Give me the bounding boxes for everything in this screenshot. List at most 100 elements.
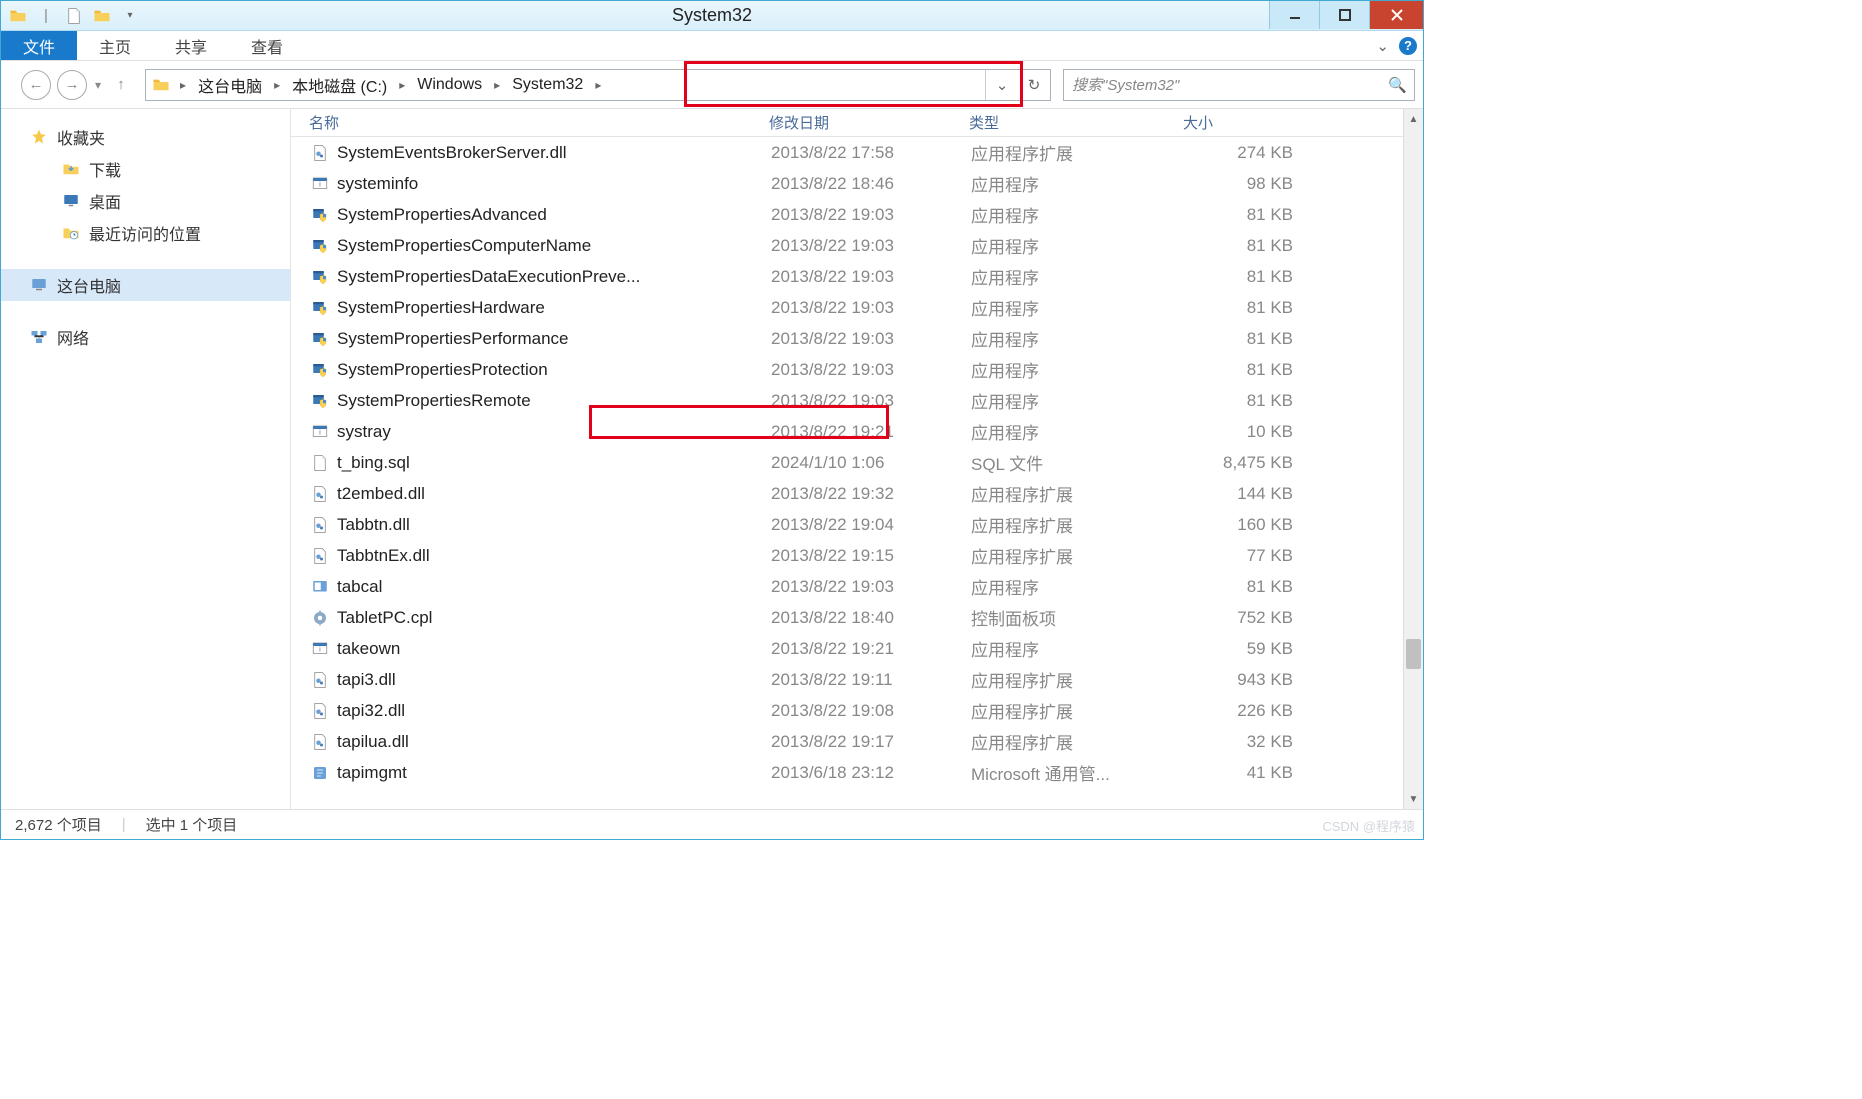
file-row[interactable]: takeown 2013/8/22 19:21 应用程序 59 KB	[291, 633, 1423, 664]
file-row[interactable]: t_bing.sql 2024/1/10 1:06 SQL 文件 8,475 K…	[291, 447, 1423, 478]
scroll-track[interactable]	[1404, 129, 1423, 789]
file-type-icon	[309, 607, 331, 629]
file-row[interactable]: tapilua.dll 2013/8/22 19:17 应用程序扩展 32 KB	[291, 726, 1423, 757]
scroll-up-icon[interactable]: ▲	[1404, 109, 1423, 129]
back-button[interactable]: ←	[21, 70, 51, 100]
file-row[interactable]: SystemPropertiesAdvanced 2013/8/22 19:03…	[291, 199, 1423, 230]
file-date: 2013/8/22 19:17	[771, 732, 971, 752]
file-row[interactable]: TabbtnEx.dll 2013/8/22 19:15 应用程序扩展 77 K…	[291, 540, 1423, 571]
properties-icon[interactable]	[63, 5, 85, 27]
file-date: 2013/8/22 19:03	[771, 267, 971, 287]
status-selected: 选中 1 个项目	[146, 814, 238, 835]
chevron-right-icon[interactable]: ▸	[490, 78, 504, 92]
chevron-right-icon[interactable]: ▸	[591, 78, 605, 92]
file-type-icon	[309, 762, 331, 784]
window-controls	[1269, 1, 1423, 30]
sidebar-label: 这台电脑	[57, 273, 121, 297]
file-row[interactable]: t2embed.dll 2013/8/22 19:32 应用程序扩展 144 K…	[291, 478, 1423, 509]
close-button[interactable]	[1369, 1, 1423, 29]
file-name: TabbtnEx.dll	[337, 546, 771, 566]
file-row[interactable]: tabcal 2013/8/22 19:03 应用程序 81 KB	[291, 571, 1423, 602]
scroll-thumb[interactable]	[1406, 639, 1421, 669]
file-tab[interactable]: 文件	[1, 31, 77, 60]
folder-icon	[152, 76, 172, 94]
file-date: 2013/8/22 19:03	[771, 360, 971, 380]
file-row[interactable]: TabletPC.cpl 2013/8/22 18:40 控制面板项 752 K…	[291, 602, 1423, 633]
divider-icon: |	[35, 5, 57, 27]
file-row[interactable]: SystemPropertiesHardware 2013/8/22 19:03…	[291, 292, 1423, 323]
file-type: 应用程序	[971, 574, 1185, 599]
sidebar-recent[interactable]: 最近访问的位置	[1, 217, 290, 249]
file-row[interactable]: SystemPropertiesDataExecutionPreve... 20…	[291, 261, 1423, 292]
file-type: 应用程序扩展	[971, 667, 1185, 692]
file-type-icon	[309, 700, 331, 722]
file-date: 2013/8/22 19:32	[771, 484, 971, 504]
col-date[interactable]: 修改日期	[769, 112, 969, 133]
file-date: 2013/8/22 19:21	[771, 422, 971, 442]
tab-view[interactable]: 查看	[229, 31, 305, 60]
col-size[interactable]: 大小	[1183, 112, 1313, 133]
refresh-icon[interactable]: ↻	[1018, 70, 1050, 100]
file-row[interactable]: SystemPropertiesComputerName 2013/8/22 1…	[291, 230, 1423, 261]
scroll-down-icon[interactable]: ▼	[1404, 789, 1423, 809]
address-dropdown-icon[interactable]: ⌄	[986, 70, 1018, 100]
quick-access-toolbar: | ▾	[1, 5, 141, 27]
file-row[interactable]: tapi3.dll 2013/8/22 19:11 应用程序扩展 943 KB	[291, 664, 1423, 695]
chevron-right-icon[interactable]: ▸	[176, 78, 190, 92]
file-name: SystemPropertiesHardware	[337, 298, 771, 318]
tab-share[interactable]: 共享	[153, 31, 229, 60]
crumb-system32[interactable]: System32	[504, 70, 591, 100]
file-row[interactable]: SystemPropertiesPerformance 2013/8/22 19…	[291, 323, 1423, 354]
col-type[interactable]: 类型	[969, 112, 1183, 133]
file-row[interactable]: systeminfo 2013/8/22 18:46 应用程序 98 KB	[291, 168, 1423, 199]
search-box[interactable]: 搜索"System32" 🔍	[1063, 69, 1415, 101]
file-type: Microsoft 通用管...	[971, 760, 1185, 785]
file-type: 应用程序	[971, 264, 1185, 289]
file-size: 98 KB	[1185, 174, 1303, 194]
watermark: CSDN @程序猿	[1322, 816, 1415, 835]
file-size: 81 KB	[1185, 205, 1303, 225]
sidebar-network[interactable]: 网络	[1, 321, 290, 353]
maximize-button[interactable]	[1319, 1, 1369, 29]
sidebar-computer[interactable]: 这台电脑	[1, 269, 290, 301]
up-button[interactable]: ↑	[109, 73, 133, 97]
file-type-icon	[309, 359, 331, 381]
file-row[interactable]: SystemPropertiesRemote 2013/8/22 19:03 应…	[291, 385, 1423, 416]
file-name: SystemPropertiesDataExecutionPreve...	[337, 267, 771, 287]
tab-home[interactable]: 主页	[77, 31, 153, 60]
file-size: 274 KB	[1185, 143, 1303, 163]
help-icon[interactable]: ?	[1399, 37, 1417, 55]
file-type: 应用程序扩展	[971, 481, 1185, 506]
file-row[interactable]: Tabbtn.dll 2013/8/22 19:04 应用程序扩展 160 KB	[291, 509, 1423, 540]
file-name: tapilua.dll	[337, 732, 771, 752]
crumb-windows[interactable]: Windows	[409, 70, 490, 100]
col-name[interactable]: 名称	[309, 112, 769, 133]
sidebar-desktop[interactable]: 桌面	[1, 185, 290, 217]
ribbon-expand-icon[interactable]: ⌄	[1376, 37, 1389, 55]
new-folder-icon[interactable]	[91, 5, 113, 27]
search-icon[interactable]: 🔍	[1388, 76, 1406, 94]
file-date: 2013/8/22 19:03	[771, 298, 971, 318]
crumb-drive[interactable]: 本地磁盘 (C:)	[284, 70, 395, 100]
sidebar-downloads[interactable]: 下载	[1, 153, 290, 185]
file-row[interactable]: systray 2013/8/22 19:21 应用程序 10 KB	[291, 416, 1423, 447]
file-size: 8,475 KB	[1185, 453, 1303, 473]
file-type-icon	[309, 452, 331, 474]
vertical-scrollbar[interactable]: ▲ ▼	[1403, 109, 1423, 809]
file-type: 应用程序扩展	[971, 543, 1185, 568]
chevron-right-icon[interactable]: ▸	[395, 78, 409, 92]
file-row[interactable]: tapi32.dll 2013/8/22 19:08 应用程序扩展 226 KB	[291, 695, 1423, 726]
sidebar-favorites[interactable]: 收藏夹	[1, 121, 290, 153]
file-row[interactable]: SystemPropertiesProtection 2013/8/22 19:…	[291, 354, 1423, 385]
history-dropdown-icon[interactable]: ▾	[93, 78, 103, 92]
minimize-button[interactable]	[1269, 1, 1319, 29]
file-row[interactable]: SystemEventsBrokerServer.dll 2013/8/22 1…	[291, 137, 1423, 168]
file-date: 2013/8/22 18:46	[771, 174, 971, 194]
file-type: 应用程序扩展	[971, 729, 1185, 754]
forward-button[interactable]: →	[57, 70, 87, 100]
address-bar[interactable]: ▸ 这台电脑 ▸ 本地磁盘 (C:) ▸ Windows ▸ System32 …	[145, 69, 1051, 101]
chevron-right-icon[interactable]: ▸	[270, 78, 284, 92]
crumb-computer[interactable]: 这台电脑	[190, 70, 270, 100]
file-row[interactable]: tapimgmt 2013/6/18 23:12 Microsoft 通用管..…	[291, 757, 1423, 788]
qat-dropdown-icon[interactable]: ▾	[119, 5, 141, 27]
